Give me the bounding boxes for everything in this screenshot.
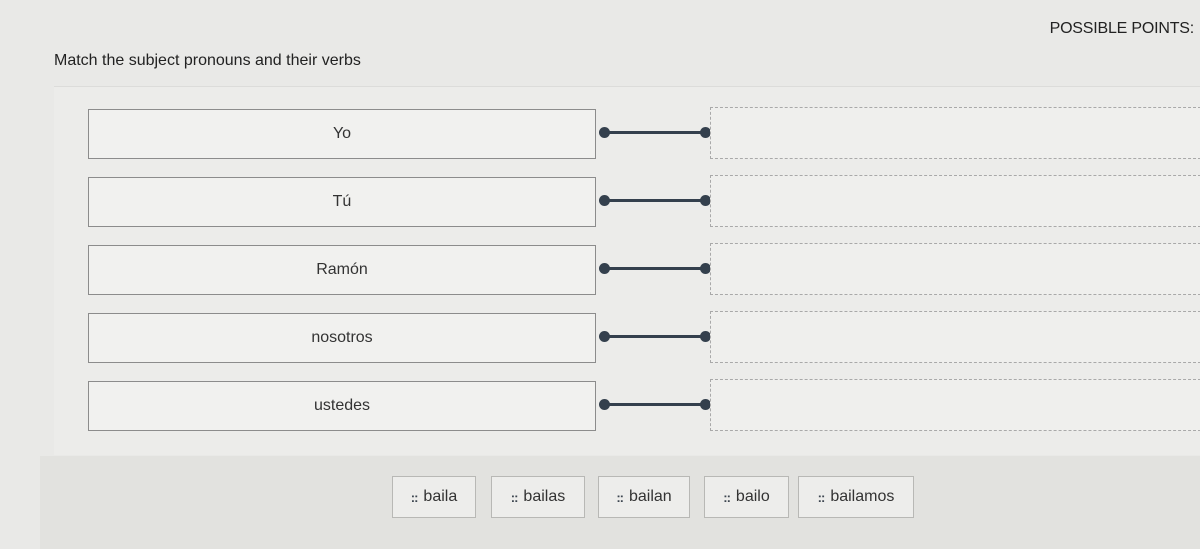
connector-line — [605, 335, 705, 338]
answer-bank: :: baila :: bailas :: bailan :: bailo ::… — [40, 456, 1200, 549]
answer-chip-label: bailas — [523, 488, 566, 505]
answer-chip-baila[interactable]: :: baila — [392, 476, 476, 518]
connector — [599, 193, 711, 209]
answer-dropzone[interactable] — [710, 243, 1200, 295]
answer-dropzone[interactable] — [710, 379, 1200, 431]
answer-chip-label: bailo — [735, 488, 770, 505]
drag-grip-icon: :: — [817, 489, 826, 505]
drag-grip-icon: :: — [510, 489, 519, 505]
match-row: nosotros — [54, 311, 1200, 367]
connector-line — [605, 131, 705, 134]
answer-chip-label: baila — [423, 488, 458, 505]
answer-chip-label: bailan — [628, 488, 672, 505]
connector-start-dot — [599, 399, 610, 410]
match-row: Yo — [54, 107, 1200, 163]
prompt-item: Tú — [88, 177, 596, 227]
connector-line — [605, 403, 705, 406]
prompt-item: Yo — [88, 109, 596, 159]
matching-panel: Yo Tú Ramón nosotros ustedes — [54, 86, 1200, 455]
match-row: Ramón — [54, 243, 1200, 299]
prompt-item: nosotros — [88, 313, 596, 363]
answer-chip-bailamos[interactable]: :: bailamos — [798, 476, 914, 518]
drag-grip-icon: :: — [723, 489, 731, 505]
answer-chip-bailas[interactable]: :: bailas — [491, 476, 585, 518]
connector — [599, 329, 711, 345]
answer-chip-bailo[interactable]: :: bailo — [704, 476, 789, 518]
prompt-item: ustedes — [88, 381, 596, 431]
connector-start-dot — [599, 195, 610, 206]
question-text: Match the subject pronouns and their ver… — [54, 52, 361, 69]
connector-line — [605, 267, 705, 270]
connector-line — [605, 199, 705, 202]
match-row: Tú — [54, 175, 1200, 231]
connector-start-dot — [599, 127, 610, 138]
connector-start-dot — [599, 331, 610, 342]
drag-grip-icon: :: — [616, 489, 624, 505]
match-row: ustedes — [54, 379, 1200, 435]
connector-start-dot — [599, 263, 610, 274]
possible-points-label: POSSIBLE POINTS: — [1049, 20, 1195, 37]
answer-chip-label: bailamos — [830, 488, 895, 505]
answer-chip-bailan[interactable]: :: bailan — [598, 476, 690, 518]
connector — [599, 261, 711, 277]
answer-dropzone[interactable] — [710, 311, 1200, 363]
answer-dropzone[interactable] — [710, 107, 1200, 159]
connector — [599, 125, 711, 141]
drag-grip-icon: :: — [410, 489, 419, 505]
connector — [599, 397, 711, 413]
answer-dropzone[interactable] — [710, 175, 1200, 227]
prompt-item: Ramón — [88, 245, 596, 295]
